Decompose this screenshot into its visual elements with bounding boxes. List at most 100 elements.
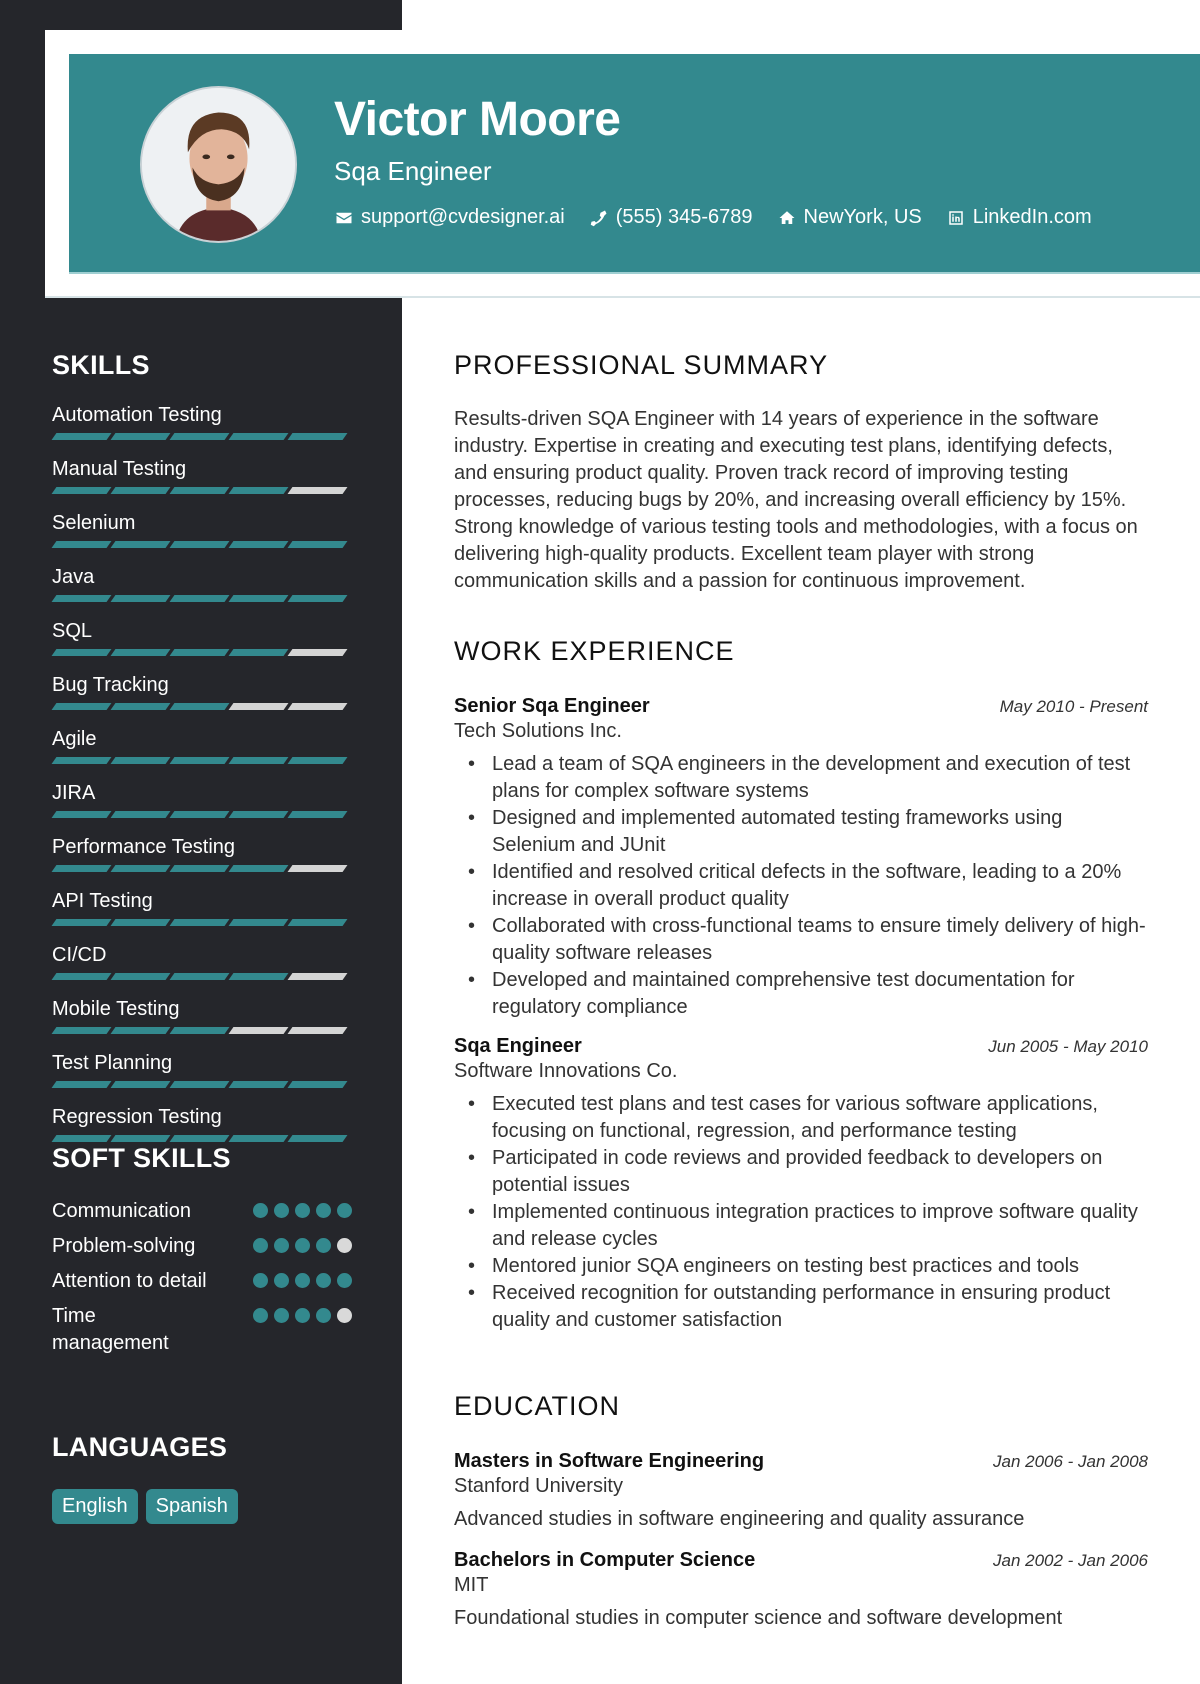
skill-segment-filled bbox=[228, 433, 289, 440]
job-bullet: Participated in code reviews and provide… bbox=[454, 1145, 1148, 1199]
skill-level-bar bbox=[51, 973, 352, 980]
skill-segment-filled bbox=[51, 811, 112, 818]
education-title: EDUCATION bbox=[454, 1391, 621, 1421]
skill-segment-filled bbox=[228, 1135, 289, 1142]
soft-skill-rating bbox=[253, 1203, 352, 1218]
skill-segment-filled bbox=[228, 595, 289, 602]
degree-name: Bachelors in Computer Science bbox=[454, 1549, 756, 1571]
rating-dot-filled bbox=[316, 1203, 331, 1218]
soft-skill-item: Problem-solving bbox=[52, 1233, 352, 1260]
contact-email[interactable]: support@cvdesigner.ai bbox=[334, 206, 565, 229]
skill-segment-filled bbox=[169, 919, 230, 926]
skill-name: API Testing bbox=[52, 890, 153, 912]
skill-segment-filled bbox=[169, 433, 230, 440]
contact-location: NewYork, US bbox=[777, 206, 922, 229]
skill-name: Agile bbox=[52, 728, 97, 750]
skill-level-bar bbox=[51, 541, 352, 548]
summary-title: PROFESSIONAL SUMMARY bbox=[454, 350, 829, 380]
education-description: Foundational studies in computer science… bbox=[454, 1607, 1063, 1629]
company-name: Software Innovations Co. bbox=[454, 1060, 678, 1082]
job-dates: May 2010 - Present bbox=[999, 697, 1148, 716]
skill-segment-filled bbox=[51, 703, 112, 710]
skill-segment-filled bbox=[287, 1081, 348, 1088]
skill-level-bar bbox=[51, 595, 352, 602]
candidate-role: Sqa Engineer bbox=[334, 156, 492, 186]
job-bullet: Lead a team of SQA engineers in the deve… bbox=[454, 751, 1148, 805]
skill-name: Java bbox=[52, 566, 95, 588]
soft-skill-name: Attention to detail bbox=[52, 1270, 207, 1292]
contact-location-text: NewYork, US bbox=[803, 206, 922, 228]
degree-name: Masters in Software Engineering bbox=[454, 1450, 765, 1472]
rating-dot-filled bbox=[295, 1203, 310, 1218]
languages-title: LANGUAGES bbox=[52, 1432, 228, 1462]
skills-title: SKILLS bbox=[52, 350, 150, 380]
skill-name: Bug Tracking bbox=[52, 674, 169, 696]
skill-segment-filled bbox=[287, 919, 348, 926]
skill-item: Regression Testing bbox=[51, 1103, 352, 1142]
skill-name: Selenium bbox=[52, 512, 136, 534]
skill-segment-filled bbox=[287, 1135, 348, 1142]
contact-phone[interactable]: (555) 345-6789 bbox=[589, 206, 753, 229]
skill-level-bar bbox=[51, 487, 352, 494]
skill-segment-filled bbox=[110, 649, 171, 656]
skill-segment-filled bbox=[169, 1081, 230, 1088]
skill-segment-filled bbox=[169, 865, 230, 872]
skill-segment-empty bbox=[228, 703, 289, 710]
skill-level-bar bbox=[51, 649, 352, 656]
languages-list: English Spanish bbox=[52, 1489, 352, 1524]
skill-name: Test Planning bbox=[52, 1052, 173, 1074]
skill-segment-filled bbox=[287, 433, 348, 440]
rating-dot-filled bbox=[316, 1308, 331, 1323]
job-bullet: Developed and maintained comprehensive t… bbox=[454, 967, 1148, 1021]
contact-linkedin-text: LinkedIn.com bbox=[972, 206, 1092, 228]
skill-segment-filled bbox=[228, 919, 289, 926]
contact-linkedin[interactable]: LinkedIn.com bbox=[946, 206, 1092, 229]
skill-segment-empty bbox=[287, 1027, 348, 1034]
skill-segment-empty bbox=[287, 487, 348, 494]
profile-photo bbox=[140, 86, 297, 243]
skill-segment-filled bbox=[169, 1027, 230, 1034]
school-name: MIT bbox=[454, 1574, 489, 1596]
skill-segment-filled bbox=[51, 649, 112, 656]
education-entry: Bachelors in Computer Science Jan 2002 - … bbox=[454, 1549, 1148, 1632]
rating-dot-empty bbox=[337, 1238, 352, 1253]
skill-segment-filled bbox=[228, 541, 289, 548]
skill-segment-filled bbox=[51, 757, 112, 764]
skill-item: Selenium bbox=[51, 509, 352, 548]
education-dates: Jan 2002 - Jan 2006 bbox=[992, 1551, 1148, 1570]
skill-item: Agile bbox=[51, 725, 352, 764]
languages-section: LANGUAGES English Spanish bbox=[52, 1432, 352, 1524]
skill-name: Mobile Testing bbox=[52, 998, 180, 1020]
skill-segment-filled bbox=[51, 865, 112, 872]
skill-segment-filled bbox=[287, 811, 348, 818]
skill-segment-filled bbox=[110, 595, 171, 602]
contact-email-text: support@cvdesigner.ai bbox=[361, 206, 565, 228]
skill-segment-filled bbox=[110, 1081, 171, 1088]
skill-item: Manual Testing bbox=[51, 455, 352, 494]
education-header: Bachelors in Computer Science Jan 2002 - … bbox=[454, 1549, 1148, 1572]
skill-segment-empty bbox=[287, 649, 348, 656]
job-bullet: Implemented continuous integration pract… bbox=[454, 1199, 1148, 1253]
skill-item: Performance Testing bbox=[51, 833, 352, 872]
skill-segment-filled bbox=[110, 703, 171, 710]
skill-segment-filled bbox=[110, 1135, 171, 1142]
skill-segment-filled bbox=[287, 541, 348, 548]
skill-name: Regression Testing bbox=[52, 1106, 222, 1128]
skill-item: API Testing bbox=[51, 887, 352, 926]
skill-segment-filled bbox=[169, 811, 230, 818]
education-header: Masters in Software Engineering Jan 2006 … bbox=[454, 1450, 1148, 1473]
skill-segment-filled bbox=[228, 811, 289, 818]
rating-dot-filled bbox=[316, 1238, 331, 1253]
skill-level-bar bbox=[51, 433, 352, 440]
skill-name: Performance Testing bbox=[52, 836, 236, 858]
skill-segment-filled bbox=[110, 1027, 171, 1034]
skill-name: JIRA bbox=[52, 782, 96, 804]
skill-segment-filled bbox=[51, 595, 112, 602]
skill-segment-filled bbox=[110, 811, 171, 818]
skill-item: JIRA bbox=[51, 779, 352, 818]
skill-segment-filled bbox=[51, 919, 112, 926]
skill-segment-filled bbox=[110, 433, 171, 440]
skill-segment-filled bbox=[169, 595, 230, 602]
skill-segment-filled bbox=[110, 865, 171, 872]
skill-level-bar bbox=[51, 1027, 352, 1034]
